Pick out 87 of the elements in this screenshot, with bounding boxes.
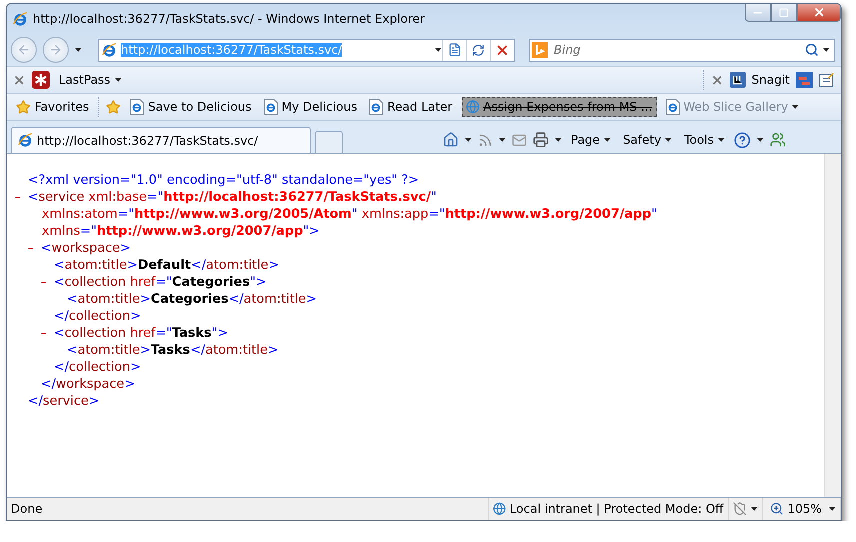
caret-icon: [757, 138, 764, 142]
refresh-icon: [472, 44, 485, 56]
maximize-icon: [779, 8, 789, 18]
caret-icon: [792, 105, 800, 109]
caret-icon: [114, 78, 122, 82]
forward-button[interactable]: [43, 37, 69, 63]
add-favorite-icon[interactable]: [106, 100, 122, 114]
collapse-toggle[interactable]: –: [41, 274, 54, 291]
favorites-link[interactable]: Read Later: [366, 97, 456, 117]
zoom-icon: [770, 502, 784, 516]
xml-line: <collection href="Categories">: [54, 274, 267, 291]
close-icon: [812, 6, 826, 19]
browser-tab[interactable]: http://localhost:36277/TaskStats.svc/: [11, 127, 311, 153]
favorites-link[interactable]: Assign Expenses from MS ...: [462, 97, 657, 117]
browser-logo-icon: [13, 12, 28, 26]
asterisk-logo-icon: [32, 71, 50, 89]
favorites-link[interactable]: Save to Delicious: [127, 97, 255, 117]
printer-icon[interactable]: [533, 132, 549, 148]
caret-icon: [823, 48, 830, 52]
xml-line: </collection>: [54, 359, 142, 376]
close-toolbar-icon[interactable]: [13, 74, 26, 86]
globe-icon: [466, 100, 480, 114]
feed-icon[interactable]: [478, 132, 493, 148]
new-tab-button[interactable]: [315, 131, 343, 153]
favorites-button[interactable]: Favorites: [13, 97, 92, 117]
xml-line: <workspace>: [41, 240, 131, 257]
caret-icon: [718, 138, 726, 142]
xml-line: <atom:title>Default</atom:title>: [54, 257, 280, 274]
page-icon: [264, 99, 278, 115]
xml-line: <atom:title>Categories</atom:title>: [67, 291, 318, 308]
help-icon[interactable]: [734, 132, 752, 148]
globe-icon: [492, 502, 506, 516]
xml-line: </service>: [28, 393, 100, 410]
xml-line: <collection href="Tasks">: [54, 325, 228, 342]
caret-icon: [465, 138, 472, 142]
window-title: http://localhost:36277/TaskStats.svc/ - Windows Internet Explorer: [33, 12, 426, 26]
grid-logo-icon: [730, 72, 746, 88]
caret-icon: [604, 138, 612, 142]
page-icon: [369, 99, 384, 115]
scrollbar[interactable]: [824, 154, 841, 497]
close-button[interactable]: [797, 4, 841, 22]
zoom-button[interactable]: 105%: [766, 499, 825, 519]
minimize-button[interactable]: [745, 4, 771, 22]
page-icon: [666, 99, 680, 115]
browser-logo-icon: [18, 133, 33, 148]
protected-mode-icon[interactable]: [732, 502, 747, 516]
xml-line: <atom:title>Tasks</atom:title>: [67, 342, 279, 359]
collapse-toggle[interactable]: –: [41, 325, 54, 342]
collapse-toggle[interactable]: –: [15, 189, 28, 206]
command-menu[interactable]: Page: [568, 130, 614, 150]
caret-icon: [499, 138, 506, 142]
caret-icon: [435, 48, 442, 52]
close-toolbar-icon[interactable]: [710, 74, 724, 86]
collapse-toggle[interactable]: –: [28, 240, 41, 257]
forward-arrow-icon: [49, 43, 63, 57]
xml-line: xmlns="http://www.w3.org/2007/app">: [41, 223, 320, 240]
people-icon[interactable]: [770, 132, 786, 148]
caret-icon: [750, 507, 758, 511]
page-icon: [448, 43, 462, 57]
xml-line: <?xml version="1.0" encoding="utf-8" standalone="yes" ?>: [28, 172, 420, 189]
command-menu[interactable]: Tools: [681, 130, 728, 150]
lastpass-menu[interactable]: LastPass: [56, 70, 125, 90]
maximize-button[interactable]: [771, 4, 797, 22]
search-engine-logo-icon: [532, 42, 548, 58]
xml-line: xmlns:atom="http://www.w3.org/2005/Atom" xmlns:app="http://www.w3.org/2007/app": [41, 206, 658, 223]
page-icon: [130, 99, 144, 115]
xml-line: <service xml:base="http://localhost:36277/TaskStats.svc/": [28, 189, 437, 206]
mail-icon[interactable]: [512, 132, 527, 148]
back-button[interactable]: [11, 37, 37, 63]
caret-icon: [829, 507, 836, 511]
star-icon: [16, 100, 31, 114]
caret-icon: [665, 138, 672, 142]
command-menu[interactable]: Safety: [620, 130, 676, 150]
snagit-label: Snagit: [752, 73, 790, 87]
xml-line: </workspace>: [41, 376, 136, 393]
security-zone: Local intranet | Protected Mode: Off: [510, 502, 724, 516]
search-field[interactable]: Bing: [552, 42, 801, 58]
favorites-link[interactable]: My Delicious: [260, 97, 360, 117]
status-text: Done: [11, 502, 43, 516]
home-icon[interactable]: [443, 132, 459, 148]
caret-icon: [75, 48, 82, 52]
search-icon[interactable]: [805, 43, 819, 57]
search-bar[interactable]: Bing: [529, 38, 835, 62]
xml-line: </collection>: [54, 308, 142, 325]
browser-logo-icon: [102, 42, 117, 58]
document-edit-icon[interactable]: [819, 72, 835, 88]
caret-icon: [555, 138, 562, 142]
